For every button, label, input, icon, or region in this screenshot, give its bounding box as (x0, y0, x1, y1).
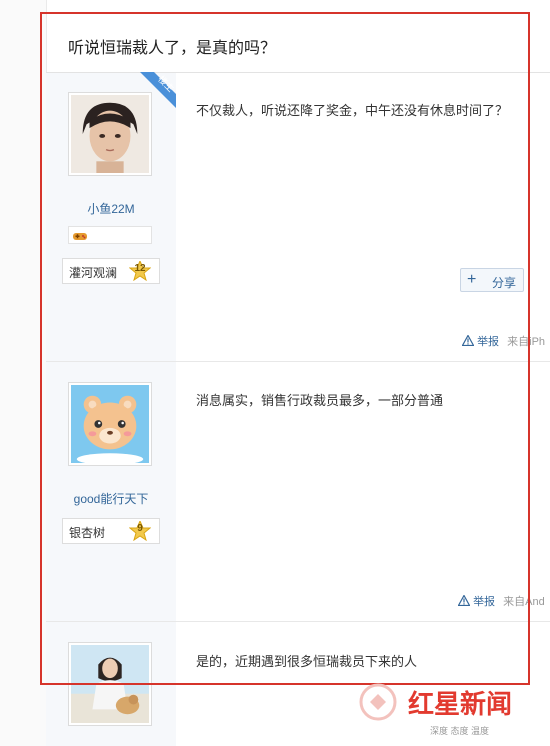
watermark: 红星新闻 深度 态度 温度 (356, 682, 546, 742)
watermark-logo-icon (359, 683, 397, 721)
user-photo-icon (71, 645, 149, 723)
post-footer: 举报 来自And (457, 593, 545, 609)
user-level-badge: 银杏树 9 (62, 518, 160, 544)
level-title: 银杏树 (69, 526, 106, 540)
report-link[interactable]: 举报 (473, 596, 495, 608)
warning-icon (457, 594, 471, 607)
post-content: 是的，近期遇到很多恒瑞裁员下来的人 (196, 654, 418, 669)
avatar[interactable] (68, 92, 152, 176)
username-link[interactable]: 小鱼22M (46, 200, 176, 217)
post-footer: 举报 来自iPh (461, 333, 546, 349)
post-source: 来自iPh (507, 336, 546, 348)
share-button[interactable]: + 分享 (460, 268, 524, 292)
post-source: 来自And (503, 596, 545, 608)
bear-avatar-icon (71, 385, 149, 463)
left-gutter (0, 0, 47, 746)
medal-box (68, 226, 152, 244)
plus-icon: + (467, 271, 477, 288)
avatar[interactable] (68, 642, 152, 726)
watermark-slogan: 深度 态度 温度 (430, 726, 490, 736)
level-number: 12 (134, 263, 146, 274)
post-content: 不仅裁人，听说还降了奖金，中午还没有休息时间了？ (196, 103, 509, 118)
level-number: 9 (137, 523, 143, 534)
game-controller-icon (73, 233, 87, 240)
report-link[interactable]: 举报 (477, 336, 499, 348)
post-content: 消息属实，销售行政裁员最多，一部分普通 (196, 393, 444, 408)
warning-icon (461, 334, 475, 347)
username-link[interactable]: good能行天下 (46, 490, 176, 507)
user-photo-icon (71, 95, 149, 173)
user-level-badge: 灌河观澜 12 (62, 258, 160, 284)
avatar[interactable] (68, 382, 152, 466)
level-title: 灌河观澜 (69, 266, 118, 280)
forum-thread-page: 听说恒瑞裁人了，是真的吗？ 楼主 小鱼22M 灌河观澜 12 不仅裁人，听说还降… (0, 0, 550, 746)
thread-title: 听说恒瑞裁人了，是真的吗？ (68, 40, 277, 57)
share-label: 分享 (492, 276, 517, 290)
watermark-name: 红星新闻 (408, 690, 513, 720)
